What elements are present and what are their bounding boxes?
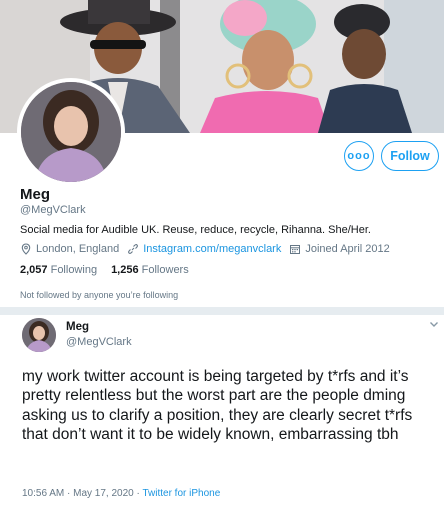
profile-bio: Social media for Audible UK. Reuse, redu… — [20, 224, 371, 236]
tweet-meta: 10:56 AM · May 17, 2020 · Twitter for iP… — [22, 488, 220, 499]
following-label: Following — [50, 264, 98, 276]
joined-item: Joined April 2012 — [289, 243, 390, 255]
profile-meta: London, England Instagram.com/meganvclar… — [20, 243, 398, 255]
location-pin-icon — [21, 243, 31, 255]
location-item: London, England — [20, 243, 119, 255]
following-link[interactable]: 2,057 Following — [20, 264, 97, 276]
joined-text: Joined April 2012 — [305, 243, 390, 255]
tweet-text: my work twitter account is being targete… — [22, 368, 413, 443]
link-icon — [128, 244, 139, 254]
follow-counts: 2,057 Following 1,256 Followers — [20, 264, 189, 276]
more-dots-icon: ooo — [347, 150, 371, 162]
not-followed-notice: Not followed by anyone you’re following — [20, 290, 179, 300]
website-item: Instagram.com/meganvclark — [127, 243, 281, 255]
chevron-down-icon[interactable] — [428, 318, 440, 330]
followers-link[interactable]: 1,256 Followers — [111, 264, 189, 276]
tweet-source-link[interactable]: Twitter for iPhone — [142, 488, 220, 499]
following-count: 2,057 — [20, 264, 48, 276]
calendar-icon — [290, 245, 301, 254]
follow-button[interactable]: Follow — [381, 141, 439, 171]
website-link[interactable]: Instagram.com/meganvclark — [143, 243, 281, 255]
avatar-photo — [21, 82, 121, 182]
followers-label: Followers — [141, 264, 189, 276]
profile-avatar[interactable] — [17, 78, 125, 186]
location-text: London, England — [36, 243, 120, 255]
followers-count: 1,256 — [111, 264, 139, 276]
tweet-author-name[interactable]: Meg — [66, 321, 89, 333]
tweet-avatar[interactable] — [22, 318, 56, 352]
tweet-author-handle[interactable]: @MegVClark — [66, 336, 132, 348]
profile-handle: @MegVClark — [20, 204, 86, 216]
section-divider — [0, 307, 444, 315]
more-options-button[interactable]: ooo — [344, 141, 374, 171]
tweet-timestamp[interactable]: 10:56 AM · May 17, 2020 · — [22, 488, 142, 499]
tweet-avatar-photo — [22, 318, 56, 352]
profile-name: Meg — [20, 186, 50, 203]
